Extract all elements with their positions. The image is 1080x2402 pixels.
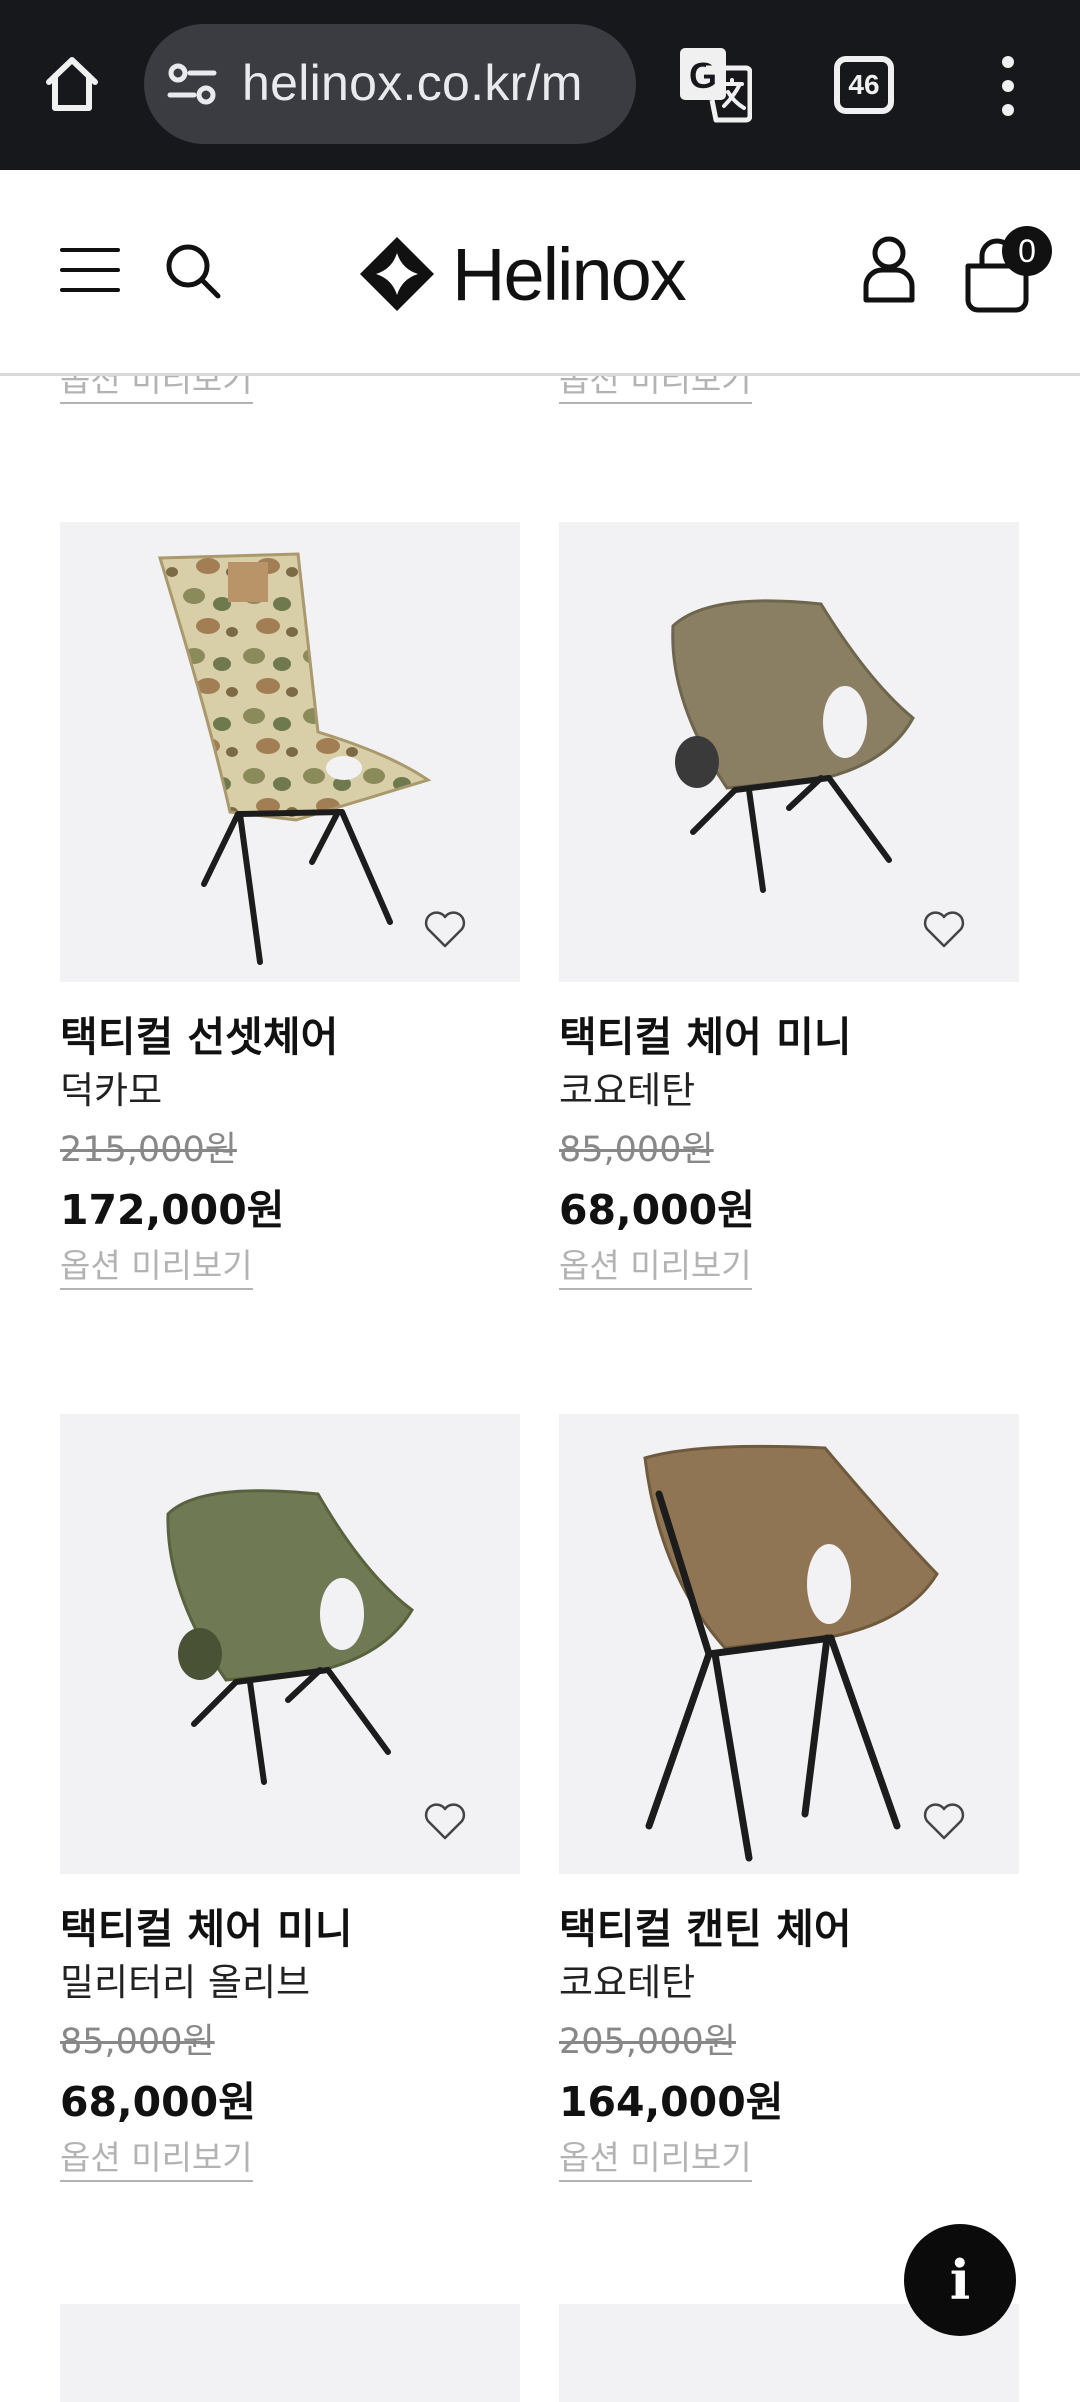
- user-icon[interactable]: [862, 234, 916, 304]
- product-color: 덕카모: [60, 1069, 163, 1112]
- product-card[interactable]: 택티컬 선셋체어 덕카모 215,000원 172,000원 옵션 미리보기: [60, 522, 520, 1290]
- product-list: 옵션 미리보기 옵션 미리보기 택티컬 선셋체어 덕카모 215,000원 17…: [0, 376, 1080, 2402]
- menu-dot: [1002, 80, 1014, 92]
- original-price: 85,000원: [60, 2022, 215, 2062]
- option-preview-link[interactable]: 옵션 미리보기: [559, 1246, 752, 1290]
- url-text: helinox.co.kr/m: [242, 55, 583, 111]
- product-name[interactable]: 택티컬 선셋체어: [60, 1012, 520, 1062]
- option-preview-link[interactable]: 옵션 미리보기: [60, 2138, 253, 2182]
- cart-button[interactable]: 0: [962, 226, 1052, 316]
- product-name[interactable]: 택티컬 체어 미니: [60, 1904, 520, 1954]
- home-icon: [46, 57, 98, 111]
- browser-toolbar: helinox.co.kr/m G 46: [0, 0, 1080, 170]
- home-button[interactable]: [38, 46, 106, 122]
- menu-icon[interactable]: [60, 248, 120, 292]
- product-card[interactable]: 택티컬 캔틴 체어 코요테탄 205,000원 164,000원 옵션 미리보기: [559, 1414, 1019, 2182]
- menu-dot: [1002, 56, 1014, 68]
- original-price: 205,000원: [559, 2022, 736, 2062]
- product-image[interactable]: [60, 2304, 520, 2402]
- menu-line: [60, 288, 120, 292]
- sale-price: 68,000원: [60, 2078, 256, 2126]
- menu-line: [60, 248, 120, 252]
- sale-price: 68,000원: [559, 1186, 755, 1234]
- logo-text: Helinox: [452, 232, 687, 316]
- wishlist-heart-icon[interactable]: [422, 1800, 468, 1842]
- site-header: Helinox 0: [0, 170, 1080, 376]
- product-color: 코요테탄: [559, 1961, 696, 2004]
- product-name[interactable]: 택티컬 체어 미니: [559, 1012, 1019, 1062]
- address-bar[interactable]: helinox.co.kr/m: [144, 24, 636, 144]
- product-image[interactable]: [60, 522, 520, 982]
- menu-line: [60, 268, 120, 272]
- search-icon[interactable]: [162, 240, 224, 302]
- logo-mark-icon: [360, 237, 434, 311]
- product-color: 코요테탄: [559, 1069, 696, 1112]
- svg-text:G: G: [689, 55, 717, 96]
- brand-logo[interactable]: Helinox: [358, 232, 687, 316]
- browser-menu-button[interactable]: [986, 56, 1030, 116]
- sale-price: 164,000원: [559, 2078, 784, 2126]
- product-color: 밀리터리 올리브: [60, 1961, 311, 2004]
- menu-dot: [1002, 104, 1014, 116]
- product-image[interactable]: [559, 1414, 1019, 1874]
- info-icon: i: [949, 2248, 971, 2312]
- product-card[interactable]: 택티컬 체어 미니 밀리터리 올리브 85,000원 68,000원 옵션 미리…: [60, 1414, 520, 2182]
- original-price: 215,000원: [60, 1130, 237, 1170]
- option-preview-link[interactable]: 옵션 미리보기: [60, 376, 253, 404]
- option-preview-link[interactable]: 옵션 미리보기: [559, 376, 752, 404]
- original-price: 85,000원: [559, 1130, 714, 1170]
- site-settings-icon[interactable]: [166, 62, 218, 106]
- product-image[interactable]: [60, 1414, 520, 1874]
- option-preview-link[interactable]: 옵션 미리보기: [559, 2138, 752, 2182]
- wishlist-heart-icon[interactable]: [422, 908, 468, 950]
- product-name[interactable]: 택티컬 캔틴 체어: [559, 1904, 1019, 1954]
- translate-icon[interactable]: G: [676, 44, 752, 124]
- tab-count: 46: [848, 69, 880, 100]
- tab-switcher-button[interactable]: 46: [834, 56, 894, 114]
- cart-count-badge: 0: [1002, 226, 1052, 276]
- wishlist-heart-icon[interactable]: [921, 1800, 967, 1842]
- sale-price: 172,000원: [60, 1186, 285, 1234]
- product-image[interactable]: [559, 522, 1019, 982]
- info-button[interactable]: i: [904, 2224, 1016, 2336]
- product-card[interactable]: 택티컬 체어 미니 코요테탄 85,000원 68,000원 옵션 미리보기: [559, 522, 1019, 1290]
- wishlist-heart-icon[interactable]: [921, 908, 967, 950]
- option-preview-link[interactable]: 옵션 미리보기: [60, 1246, 253, 1290]
